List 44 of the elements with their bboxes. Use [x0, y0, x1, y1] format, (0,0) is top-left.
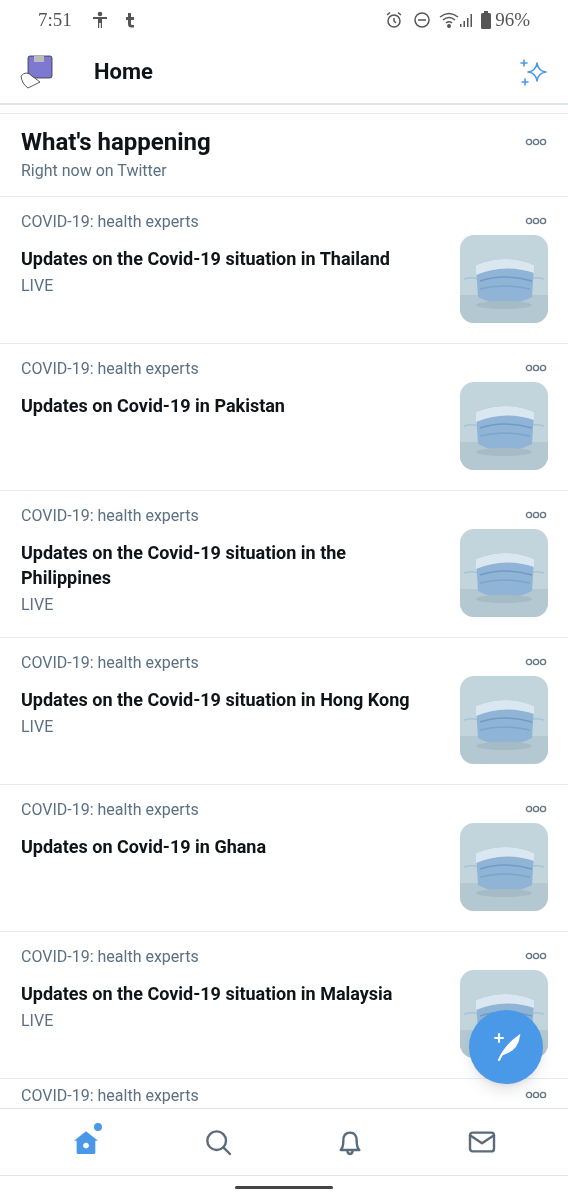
more-icon[interactable]: [525, 952, 547, 960]
more-icon[interactable]: [525, 511, 547, 519]
trend-title: Updates on the Covid-19 situation in Malaysia: [21, 982, 394, 1006]
trend-card[interactable]: COVID-19: health experts Updates on the Covid-19 situation in the Philippines LIVE: [0, 491, 568, 638]
trend-category: COVID-19: health experts: [21, 652, 200, 674]
live-label: LIVE: [21, 594, 55, 616]
trend-category: COVID-19: health experts: [21, 505, 200, 527]
trend-card[interactable]: COVID-19: health experts Updates on Covid-19 in Ghana: [0, 785, 568, 932]
alarm-icon: [385, 11, 404, 29]
trend-title: Updates on Covid-19 in Pakistan: [21, 394, 286, 418]
gesture-bar[interactable]: [235, 1185, 333, 1189]
trend-title: Updates on the Covid-19 situation in the Philippines: [21, 541, 348, 590]
accessibility-icon: [91, 11, 108, 29]
live-label: LIVE: [21, 716, 55, 738]
battery-level: 96%: [495, 7, 530, 32]
tumblr-icon: [123, 12, 136, 28]
trend-title: Updates on the Covid-19 situation in Thailand: [21, 247, 391, 271]
battery-icon: [481, 11, 492, 29]
clock-time: 7:51: [38, 7, 72, 32]
trend-category: COVID-19: health experts: [21, 799, 200, 821]
more-icon[interactable]: [525, 138, 547, 146]
more-icon[interactable]: [525, 658, 547, 666]
live-label: LIVE: [21, 275, 55, 297]
trend-card[interactable]: COVID-19: health experts Updates on the Covid-19 situation in Hong Kong LIVE: [0, 638, 568, 785]
more-icon[interactable]: [525, 217, 547, 225]
live-label: LIVE: [21, 1010, 55, 1032]
do-not-disturb-icon: [413, 11, 432, 29]
trend-category: COVID-19: health experts: [21, 211, 200, 233]
more-icon[interactable]: [525, 364, 547, 372]
trend-card[interactable]: COVID-19: health experts Updates on the Covid-19 situation in Thailand LIVE: [0, 197, 568, 344]
wifi-icon: [439, 12, 460, 28]
more-icon[interactable]: [525, 1091, 547, 1099]
trend-card[interactable]: COVID-19: health experts Updates on Covid-19 in Pakistan: [0, 344, 568, 491]
section-subtitle: Right now on Twitter: [21, 160, 168, 182]
more-icon[interactable]: [525, 805, 547, 813]
section-title: What's happening: [21, 127, 212, 158]
signal-icon: [459, 12, 474, 28]
trend-category: COVID-19: health experts: [21, 1085, 200, 1107]
sparkle-icon[interactable]: [520, 56, 550, 87]
trend-title: Updates on Covid-19 in Ghana: [21, 835, 268, 859]
trend-category: COVID-19: health experts: [21, 946, 200, 968]
page-title: Home: [94, 58, 153, 86]
trend-title: Updates on the Covid-19 situation in Hong Kong: [21, 688, 411, 712]
trend-category: COVID-19: health experts: [21, 358, 200, 380]
